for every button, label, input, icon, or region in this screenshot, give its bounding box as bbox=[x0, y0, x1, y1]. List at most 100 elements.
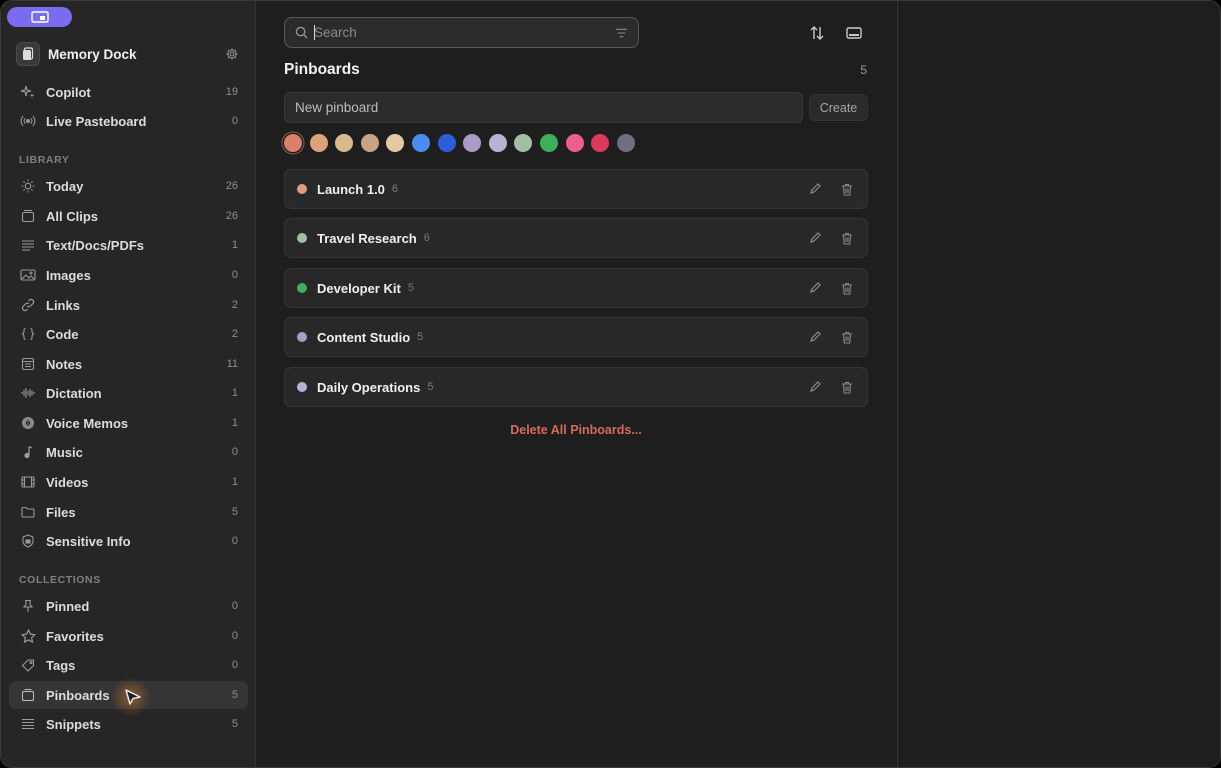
pinboard-row[interactable]: Daily Operations 5 bbox=[284, 367, 868, 407]
pinboard-row[interactable]: Travel Research 6 bbox=[284, 218, 868, 258]
sidebar-item-count: 26 bbox=[225, 180, 238, 192]
color-swatch[interactable] bbox=[616, 134, 635, 152]
color-swatch[interactable] bbox=[335, 134, 354, 152]
sidebar-item-music[interactable]: Music 0 bbox=[9, 438, 248, 466]
sidebar-item-count: 0 bbox=[231, 659, 238, 671]
edit-button[interactable] bbox=[807, 280, 823, 296]
sidebar-item-label: Tags bbox=[46, 657, 76, 673]
toggle-preview-button[interactable] bbox=[842, 21, 866, 45]
color-swatch[interactable] bbox=[386, 134, 405, 152]
panel-icon bbox=[846, 27, 862, 39]
screen-share-pill[interactable] bbox=[7, 7, 72, 27]
color-swatch[interactable] bbox=[591, 134, 610, 152]
delete-button[interactable] bbox=[839, 379, 855, 395]
color-swatch[interactable] bbox=[309, 134, 328, 152]
sidebar-item-today[interactable]: Today 26 bbox=[9, 172, 248, 200]
sidebar-item-videos[interactable]: Videos 1 bbox=[9, 468, 248, 496]
search-bar[interactable] bbox=[284, 17, 639, 48]
sidebar-item-count: 0 bbox=[231, 446, 238, 458]
search-input[interactable] bbox=[314, 25, 615, 40]
trash-icon bbox=[842, 232, 852, 245]
sidebar-item-count: 0 bbox=[231, 630, 238, 642]
pinboard-item-count: 5 bbox=[417, 331, 424, 343]
page-title: Pinboards bbox=[284, 61, 360, 78]
app-window: Memory Dock Copilot 19 Live Pasteboard 0… bbox=[0, 0, 1221, 768]
gear-icon bbox=[226, 48, 238, 60]
app-name: Memory Dock bbox=[48, 46, 137, 62]
edit-button[interactable] bbox=[807, 379, 823, 395]
pinboard-row[interactable]: Developer Kit 5 bbox=[284, 268, 868, 308]
color-swatch[interactable] bbox=[284, 134, 302, 152]
pinboard-row-actions bbox=[791, 181, 855, 197]
sidebar-item-label: Live Pasteboard bbox=[46, 113, 147, 129]
sidebar-item-dictation[interactable]: Dictation 1 bbox=[9, 379, 248, 407]
new-pinboard-input[interactable] bbox=[284, 92, 803, 123]
link-icon bbox=[20, 297, 36, 313]
sidebar-item-images[interactable]: Images 0 bbox=[9, 261, 248, 289]
color-swatch[interactable] bbox=[514, 134, 533, 152]
color-swatch[interactable] bbox=[488, 134, 507, 152]
sidebar-item-label: Dictation bbox=[46, 385, 102, 401]
settings-button[interactable] bbox=[222, 44, 242, 64]
clips-icon bbox=[20, 208, 36, 224]
sidebar-item-count: 0 bbox=[231, 269, 238, 281]
sidebar-item-all-clips[interactable]: All Clips 26 bbox=[9, 202, 248, 230]
sidebar-item-text-docs-pdfs[interactable]: Text/Docs/PDFs 1 bbox=[9, 231, 248, 259]
app-logo bbox=[16, 42, 40, 66]
sidebar-item-files[interactable]: Files 5 bbox=[9, 498, 248, 526]
color-swatch[interactable] bbox=[565, 134, 584, 152]
sidebar-item-tags[interactable]: Tags 0 bbox=[9, 651, 248, 679]
pinboard-row-actions bbox=[791, 329, 855, 345]
sidebar-item-sensitive-info[interactable]: Sensitive Info 0 bbox=[9, 527, 248, 555]
pinboard-color-dot bbox=[297, 332, 307, 342]
color-swatch[interactable] bbox=[463, 134, 482, 152]
sidebar-item-count: 5 bbox=[231, 718, 238, 730]
sidebar-item-label: All Clips bbox=[46, 208, 99, 224]
filter-icon[interactable] bbox=[615, 28, 628, 38]
sidebar-item-live-pasteboard[interactable]: Live Pasteboard 0 bbox=[9, 107, 248, 135]
trash-icon bbox=[842, 331, 852, 344]
sidebar-item-favorites[interactable]: Favorites 0 bbox=[9, 622, 248, 650]
pinboard-icon bbox=[20, 687, 36, 703]
sidebar-item-count: 1 bbox=[231, 387, 238, 399]
pinboard-color-dot bbox=[297, 233, 307, 243]
delete-button[interactable] bbox=[839, 280, 855, 296]
pinboard-row[interactable]: Launch 1.0 6 bbox=[284, 169, 868, 209]
color-swatch[interactable] bbox=[437, 134, 456, 152]
sidebar-item-count: 5 bbox=[231, 689, 238, 701]
sidebar-item-links[interactable]: Links 2 bbox=[9, 291, 248, 319]
sidebar-item-notes[interactable]: Notes 11 bbox=[9, 350, 248, 378]
color-swatch[interactable] bbox=[411, 134, 430, 152]
screen-icon bbox=[30, 11, 49, 23]
app-header: Memory Dock bbox=[16, 42, 242, 66]
pinboard-name: Daily Operations bbox=[317, 379, 421, 395]
preview-pane bbox=[897, 1, 1220, 767]
pinboard-item-count: 6 bbox=[423, 232, 430, 244]
sidebar-item-count: 19 bbox=[225, 86, 238, 98]
sidebar-item-count: 0 bbox=[231, 535, 238, 547]
code-braces-icon bbox=[20, 326, 36, 342]
edit-button[interactable] bbox=[807, 181, 823, 197]
pinboard-name: Developer Kit bbox=[317, 280, 401, 296]
sidebar-item-copilot[interactable]: Copilot 19 bbox=[9, 78, 248, 106]
edit-button[interactable] bbox=[807, 329, 823, 345]
color-swatch[interactable] bbox=[360, 134, 379, 152]
pinboard-color-dot bbox=[297, 184, 307, 194]
search-icon bbox=[295, 26, 308, 39]
sort-button[interactable] bbox=[805, 21, 829, 45]
delete-all-pinboards-link[interactable]: Delete All Pinboards... bbox=[284, 423, 868, 437]
sidebar-item-label: Pinned bbox=[46, 598, 90, 614]
pinboard-row[interactable]: Content Studio 5 bbox=[284, 317, 868, 357]
trash-icon bbox=[842, 282, 852, 295]
create-button[interactable]: Create bbox=[809, 94, 868, 121]
delete-button[interactable] bbox=[839, 230, 855, 246]
edit-button[interactable] bbox=[807, 230, 823, 246]
sidebar-item-code[interactable]: Code 2 bbox=[9, 320, 248, 348]
color-swatch[interactable] bbox=[539, 134, 558, 152]
waveform-icon bbox=[20, 385, 36, 401]
sidebar-item-voice-memos[interactable]: Voice Memos 1 bbox=[9, 409, 248, 437]
sidebar-item-pinned[interactable]: Pinned 0 bbox=[9, 592, 248, 620]
delete-button[interactable] bbox=[839, 181, 855, 197]
pinboard-color-dot bbox=[297, 283, 307, 293]
delete-button[interactable] bbox=[839, 329, 855, 345]
